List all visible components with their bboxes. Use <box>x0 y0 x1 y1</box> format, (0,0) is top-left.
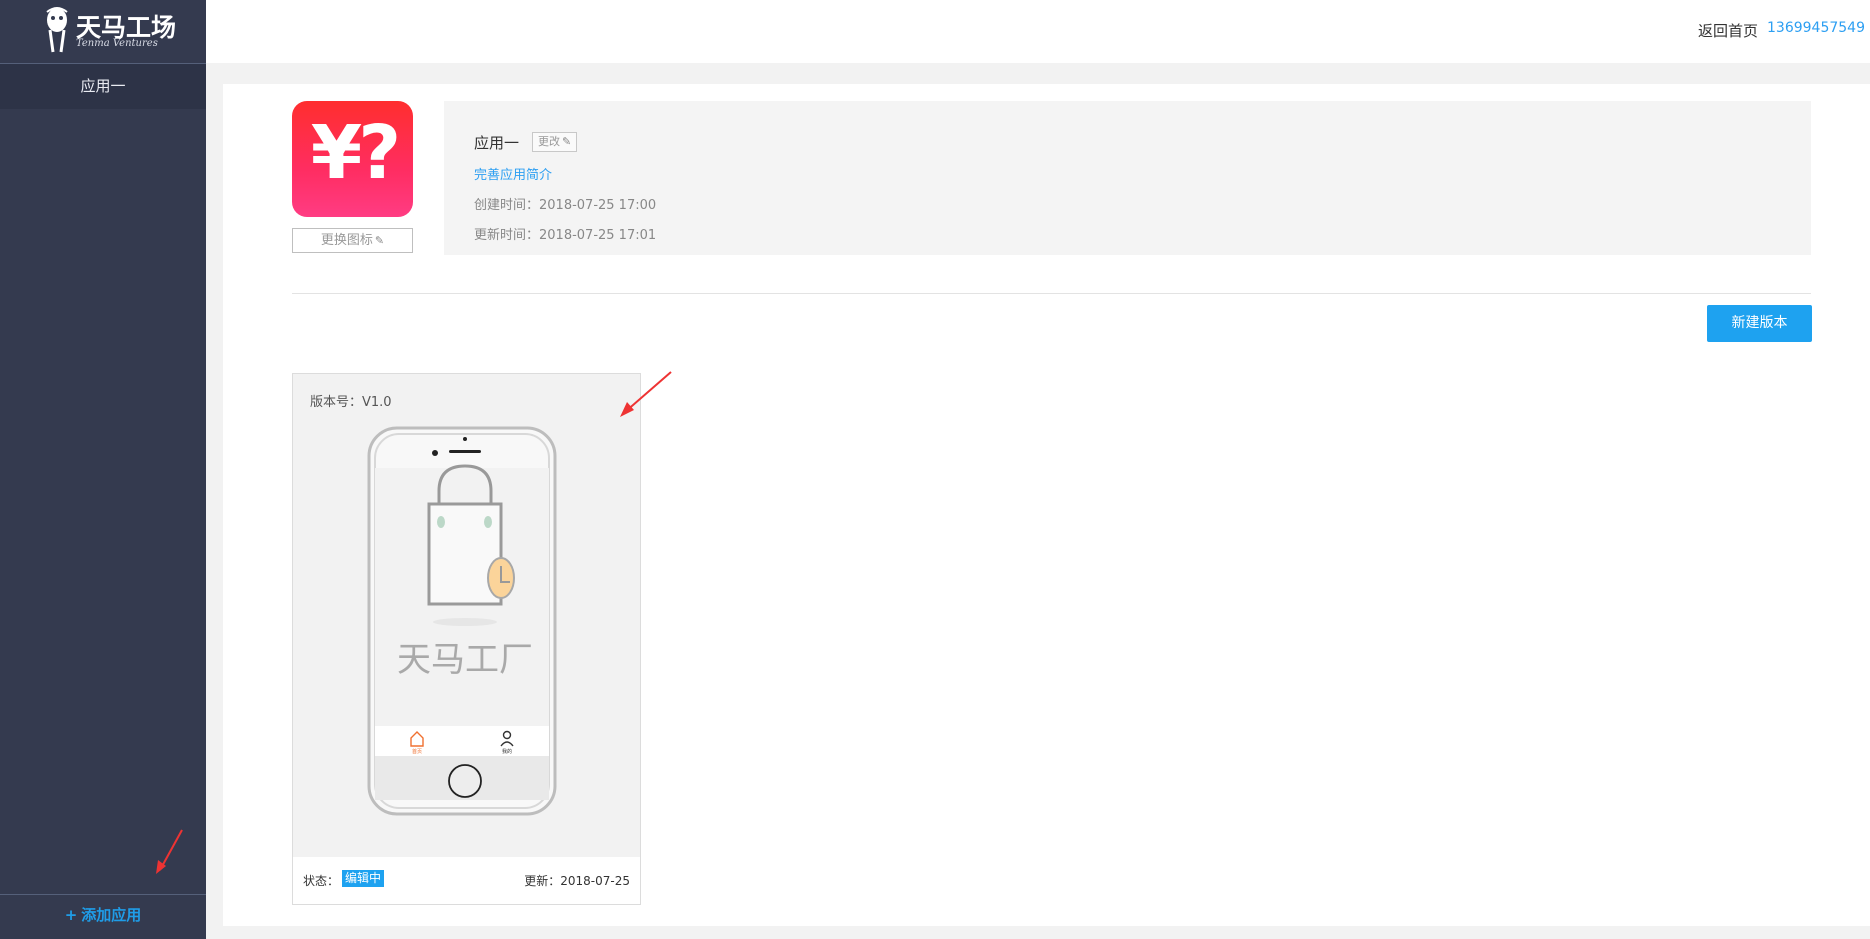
add-app-label: 添加应用 <box>81 906 142 924</box>
new-version-button[interactable]: 新建版本 <box>1707 305 1812 342</box>
sidebar-item-app-1[interactable]: 应用一 <box>0 64 206 109</box>
sidebar-divider <box>0 894 206 895</box>
section-divider <box>292 293 1811 294</box>
tab-home: 首页 <box>412 748 422 755</box>
change-icon-label: 更换图标 <box>320 233 373 248</box>
rename-label: 更改 <box>538 135 560 148</box>
updated-time: 更新时间：2018-07-25 17:01 <box>474 228 657 243</box>
horse-mascot-icon <box>46 7 68 53</box>
pencil-icon: ✎ <box>562 135 572 148</box>
complete-intro-link[interactable]: 完善应用简介 <box>474 164 552 183</box>
sidebar: 天马工场 Tenma Ventures 应用一 + 添加应用 <box>0 0 206 939</box>
logo-subtext: Tenma Ventures <box>76 38 158 49</box>
home-button-icon <box>448 764 482 798</box>
version-card[interactable]: 版本号：V1.0 天马工厂 首页 我的 状态： 编辑中 更新：2018-07-2… <box>292 373 641 905</box>
plus-icon: + <box>64 906 78 924</box>
version-updated: 更新：2018-07-25 <box>524 874 630 888</box>
account-phone-link[interactable]: 13699457549 <box>1767 20 1865 36</box>
app-name: 应用一 <box>474 134 520 152</box>
home-link[interactable]: 返回首页 <box>1698 20 1758 41</box>
annotation-arrow-icon <box>156 829 183 874</box>
tab-mine: 我的 <box>502 748 512 755</box>
rename-button[interactable]: 更改 ✎ <box>532 132 578 152</box>
pencil-icon: ✎ <box>374 234 385 247</box>
splash-text: 天马工厂 <box>397 640 533 680</box>
logo[interactable]: 天马工场 Tenma Ventures <box>0 0 206 64</box>
status-badge: 编辑中 <box>342 870 385 887</box>
app-info-panel: 应用一 更改 ✎ 完善应用简介 创建时间：2018-07-25 17:00 更新时… <box>444 101 1811 255</box>
app-icon-glyph: ¥? <box>310 110 401 196</box>
app-icon: ¥? <box>292 101 413 217</box>
version-number: 版本号：V1.0 <box>310 395 392 410</box>
add-app-button[interactable]: + 添加应用 <box>0 904 206 934</box>
phone-preview[interactable]: 天马工厂 首页 我的 <box>367 426 557 816</box>
annotation-arrow-icon <box>620 371 672 417</box>
status-label: 状态： <box>303 874 340 888</box>
created-time: 创建时间：2018-07-25 17:00 <box>474 198 657 213</box>
version-card-footer: 状态： 编辑中 更新：2018-07-25 <box>293 857 640 904</box>
top-bar: 返回首页 13699457549 <box>206 0 1870 63</box>
change-icon-button[interactable]: 更换图标 ✎ <box>292 228 413 253</box>
